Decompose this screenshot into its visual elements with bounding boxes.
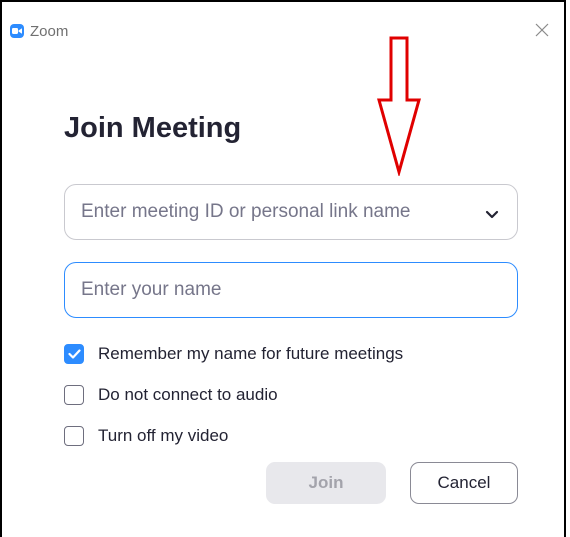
close-icon[interactable] <box>534 22 550 38</box>
meeting-id-field[interactable] <box>64 184 518 240</box>
page-title: Join Meeting <box>64 112 242 144</box>
cancel-button[interactable]: Cancel <box>410 462 518 504</box>
zoom-logo-icon <box>10 24 24 38</box>
no-audio-option[interactable]: Do not connect to audio <box>64 383 278 407</box>
video-off-label: Turn off my video <box>98 426 229 445</box>
video-off-option[interactable]: Turn off my video <box>64 424 228 448</box>
zoom-join-window: Zoom Join Meeting Remember my name for f… <box>0 0 566 537</box>
join-button[interactable]: Join <box>266 462 386 504</box>
title-bar: Zoom <box>2 2 564 40</box>
meeting-id-input[interactable] <box>81 185 451 239</box>
video-off-checkbox[interactable] <box>64 426 84 446</box>
remember-name-checkbox[interactable] <box>64 344 84 364</box>
annotation-arrow-icon <box>377 36 421 176</box>
name-field[interactable] <box>64 262 518 318</box>
remember-name-label: Remember my name for future meetings <box>98 344 404 363</box>
checkmark-icon <box>68 349 81 359</box>
no-audio-checkbox[interactable] <box>64 385 84 405</box>
chevron-down-icon[interactable] <box>485 207 499 219</box>
no-audio-label: Do not connect to audio <box>98 385 278 404</box>
remember-name-option[interactable]: Remember my name for future meetings <box>64 342 403 366</box>
name-input[interactable] <box>81 263 451 317</box>
window-title: Zoom <box>30 23 69 40</box>
